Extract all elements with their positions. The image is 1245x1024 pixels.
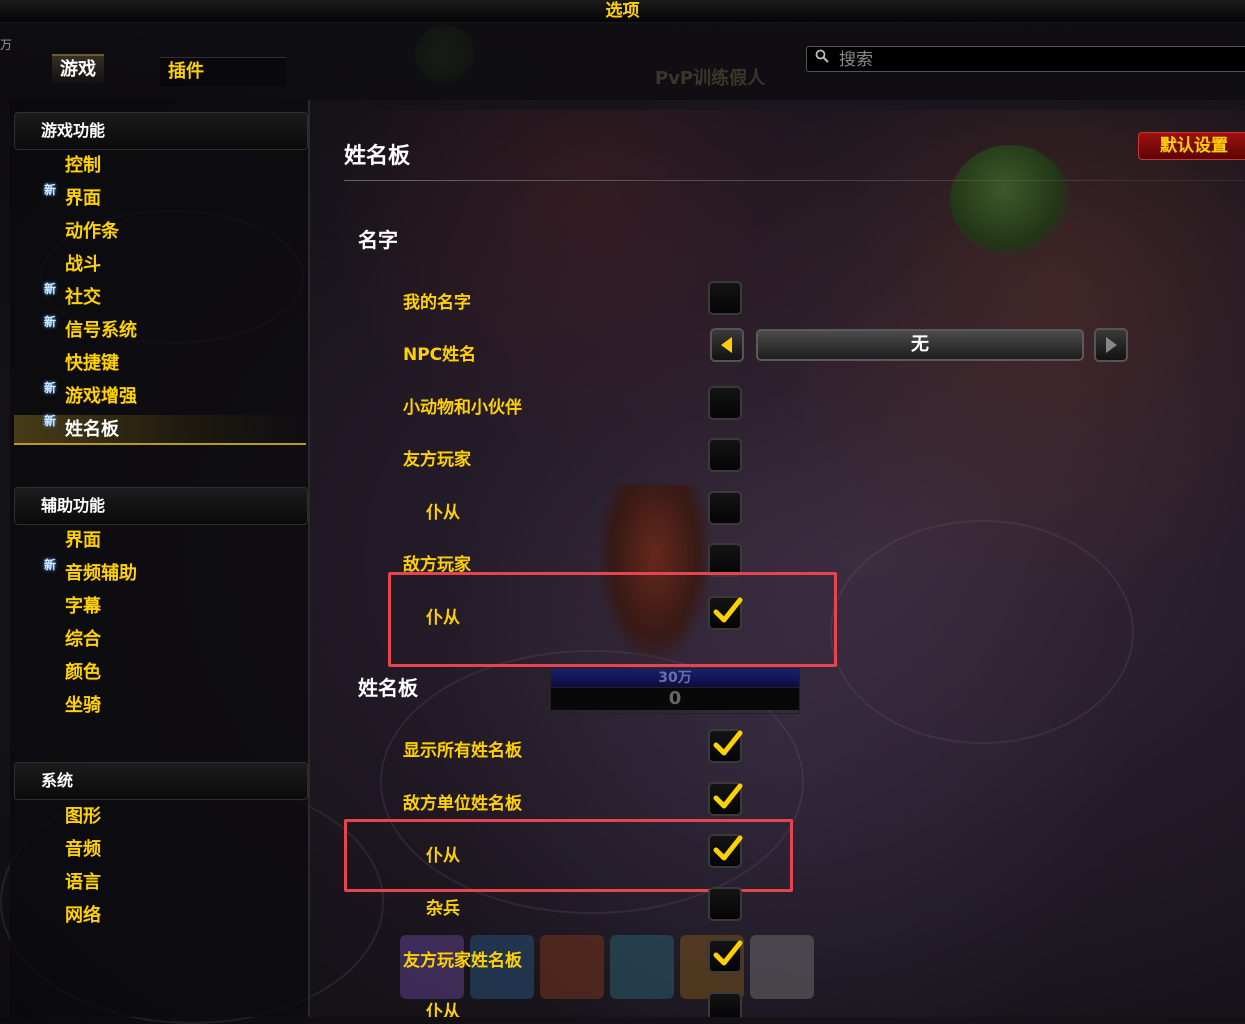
group-title-names: 名字 xyxy=(358,228,398,252)
option-label-minor-units: 杂兵 xyxy=(426,899,460,919)
checkbox-critters-companions[interactable] xyxy=(708,386,742,420)
option-label-friendly-players: 友方玩家 xyxy=(403,450,471,470)
sidebar-item-general[interactable]: 综合 xyxy=(65,625,101,655)
checkbox-minor-units[interactable] xyxy=(708,887,742,921)
option-label-enemy-minions: 仆从 xyxy=(426,608,460,628)
new-badge: 新 xyxy=(44,183,57,197)
page-title: 姓名板 xyxy=(344,144,411,169)
section-header-gameplay: 游戏功能 xyxy=(14,112,308,150)
checkbox-nameplate-enemy-minions[interactable] xyxy=(708,834,743,868)
checkbox-friendly-players[interactable] xyxy=(708,438,742,472)
option-label-friendly-minions: 仆从 xyxy=(426,503,460,523)
sidebar-item-gameplay-enhancements[interactable]: 游戏增强 xyxy=(65,382,137,412)
search-icon xyxy=(815,49,829,67)
sidebar-item-accessibility-interface[interactable]: 界面 xyxy=(65,526,101,556)
new-badge: 新 xyxy=(44,315,57,329)
option-label-nameplate-enemy-minions: 仆从 xyxy=(426,846,460,866)
sidebar-item-action-bars[interactable]: 动作条 xyxy=(65,217,119,247)
checkbox-enemy-unit-nameplates[interactable] xyxy=(708,782,743,816)
checkbox-friendly-player-minions[interactable] xyxy=(708,992,742,1017)
target-health-bar: 30万 0 xyxy=(550,668,800,714)
checkbox-my-name[interactable] xyxy=(708,281,742,315)
health-value: 30万 xyxy=(551,669,799,687)
sidebar-item-nameplates[interactable]: 姓名板 xyxy=(14,415,306,445)
option-label-show-all-nameplates: 显示所有姓名板 xyxy=(403,741,522,761)
option-label-friendly-player-nameplates: 友方玩家姓名板 xyxy=(403,951,522,971)
defaults-button[interactable]: 默认设置 xyxy=(1138,132,1245,160)
dropdown-prev-button[interactable] xyxy=(710,328,744,362)
title-divider xyxy=(344,180,1244,181)
option-label-npc-names: NPC姓名 xyxy=(403,345,477,365)
option-label-my-name: 我的名字 xyxy=(403,293,471,313)
checkmark-icon xyxy=(713,597,743,623)
sidebar-item-combat[interactable]: 战斗 xyxy=(65,250,101,280)
sidebar-item-mounts[interactable]: 坐骑 xyxy=(65,691,101,721)
edge-glyph: 万 xyxy=(0,38,13,52)
new-badge: 新 xyxy=(44,381,57,395)
checkmark-icon xyxy=(713,730,743,756)
checkbox-friendly-player-nameplates[interactable] xyxy=(708,939,743,973)
checkmark-icon xyxy=(713,835,743,861)
sidebar-item-graphics[interactable]: 图形 xyxy=(65,802,101,832)
checkmark-icon xyxy=(713,783,743,809)
sidebar: 游戏功能 控制 新 界面 动作条 战斗 新 社交 新 信号系统 快捷键 新 游戏… xyxy=(10,100,310,1017)
arrow-right-icon xyxy=(1106,337,1117,353)
power-value: 0 xyxy=(551,687,799,710)
arrow-left-icon xyxy=(721,337,732,353)
target-nameplate-text: PvP训练假人 xyxy=(655,68,766,89)
checkbox-enemy-minions[interactable] xyxy=(708,596,743,630)
new-badge: 新 xyxy=(44,282,57,296)
dropdown-next-button[interactable] xyxy=(1094,328,1128,362)
settings-panel: 姓名板 默认设置 名字 我的名字 NPC姓名 无 小动物和小伙伴 友方玩家 仆从… xyxy=(310,100,1245,1017)
section-header-accessibility: 辅助功能 xyxy=(14,487,308,525)
option-label-friendly-player-minions: 仆从 xyxy=(426,1002,460,1017)
option-label-enemy-players: 敌方玩家 xyxy=(403,555,471,575)
new-badge: 新 xyxy=(44,414,57,428)
checkbox-enemy-players[interactable] xyxy=(708,543,742,577)
checkmark-icon xyxy=(713,940,743,966)
checkbox-friendly-minions[interactable] xyxy=(708,491,742,525)
search-box[interactable] xyxy=(806,46,1245,73)
sidebar-item-controls[interactable]: 控制 xyxy=(65,151,101,181)
search-input[interactable] xyxy=(837,47,1241,73)
window-title: 选项 xyxy=(0,0,1245,23)
sidebar-item-interface[interactable]: 界面 xyxy=(65,184,101,214)
sidebar-item-network[interactable]: 网络 xyxy=(65,901,101,931)
sidebar-item-language[interactable]: 语言 xyxy=(65,868,101,898)
sidebar-item-keybindings[interactable]: 快捷键 xyxy=(65,349,119,379)
sidebar-item-colors[interactable]: 颜色 xyxy=(65,658,101,688)
sidebar-item-audio-accessibility[interactable]: 音频辅助 xyxy=(65,559,137,589)
new-badge: 新 xyxy=(44,558,57,572)
sidebar-item-subtitles[interactable]: 字幕 xyxy=(65,592,101,622)
npc-names-dropdown[interactable]: 无 xyxy=(756,329,1084,361)
tab-addons[interactable]: 插件 xyxy=(160,57,286,86)
option-label-enemy-unit-nameplates: 敌方单位姓名板 xyxy=(403,794,522,814)
sidebar-item-social[interactable]: 社交 xyxy=(65,283,101,313)
group-title-nameplates: 姓名板 xyxy=(358,676,418,700)
tab-game[interactable]: 游戏 xyxy=(52,54,104,84)
sidebar-item-ping-system[interactable]: 信号系统 xyxy=(65,316,137,346)
sidebar-item-audio[interactable]: 音频 xyxy=(65,835,101,865)
option-label-critters-companions: 小动物和小伙伴 xyxy=(403,398,522,418)
checkbox-show-all-nameplates[interactable] xyxy=(708,729,743,763)
section-header-system: 系统 xyxy=(14,762,308,800)
